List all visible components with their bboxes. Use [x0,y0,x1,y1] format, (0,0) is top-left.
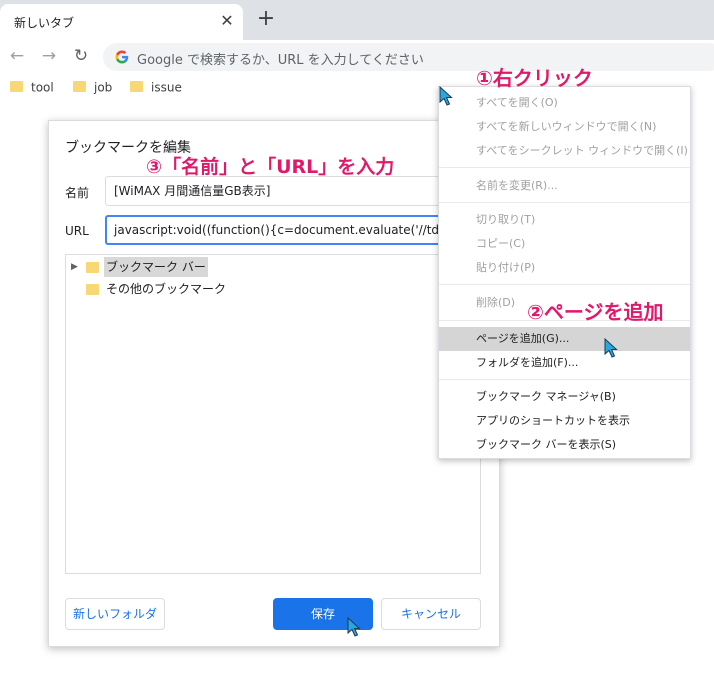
menu-item-add-folder[interactable]: フォルダを追加(F)... [439,351,690,375]
mouse-cursor-icon [439,86,453,106]
menu-item-copy[interactable]: コピー(C) [439,232,690,256]
annotation-step1: ①右クリック [476,66,593,90]
folder-icon [130,81,143,92]
mouse-cursor-icon [347,617,361,637]
new-tab-button[interactable]: + [255,8,277,30]
menu-separator [439,167,690,168]
tree-item-label: その他のブックマーク [106,282,227,296]
menu-item-cut[interactable]: 切り取り(T) [439,208,690,232]
menu-separator [439,202,690,203]
omnibox-placeholder: Google で検索するか、URL を入力してください [137,53,424,68]
url-field[interactable]: javascript:void((function(){c=document.e… [105,215,479,245]
menu-separator [439,379,690,380]
tree-item-bookmarks-bar[interactable]: ▶ ブックマーク バー [66,257,480,277]
tab-title: 新しいタブ [14,16,75,30]
edit-bookmark-dialog: ブックマークを編集 名前 [WiMAX 月間通信量GB表示] URL javas… [48,120,500,647]
tab-strip: 新しいタブ ✕ + [0,0,714,40]
menu-item-show-app-shortcuts[interactable]: アプリのショートカットを表示 [439,409,690,433]
bookmark-folder-job[interactable]: job [73,80,112,98]
cancel-button[interactable]: キャンセル [381,598,481,630]
menu-item-bookmark-manager[interactable]: ブックマーク マネージャ(B) [439,385,690,409]
mouse-cursor-icon [604,338,618,358]
bookmark-folder-issue[interactable]: issue [130,80,182,98]
bookmark-label: issue [151,80,182,95]
folder-icon [10,81,23,92]
menu-item-paste[interactable]: 貼り付け(P) [439,256,690,280]
close-icon[interactable]: ✕ [218,12,236,30]
name-field[interactable]: [WiMAX 月間通信量GB表示] [105,176,479,206]
toolbar: ← → ↻ Google で検索するか、URL を入力してください [0,40,714,74]
bookmark-folder-tool[interactable]: tool [10,80,54,98]
bookmark-label: job [94,80,113,95]
folder-icon [86,262,99,273]
tree-item-label: ブックマーク バー [104,257,208,277]
menu-item-open-all-incognito[interactable]: すべてをシークレット ウィンドウで開く(I) [439,139,690,163]
folder-icon [86,284,99,295]
menu-separator [439,284,690,285]
menu-item-rename[interactable]: 名前を変更(R)... [439,174,690,198]
menu-item-add-page[interactable]: ページを追加(G)... [439,327,690,351]
new-folder-button[interactable]: 新しいフォルダ [65,598,165,630]
name-label: 名前 [65,186,90,200]
tab-new-tab[interactable]: 新しいタブ ✕ [0,4,243,40]
omnibox[interactable]: Google で検索するか、URL を入力してください [103,43,714,71]
back-arrow-icon[interactable]: ← [6,45,28,67]
annotation-step2: ②ページを追加 [527,300,664,324]
bookmark-label: tool [31,80,54,95]
url-label: URL [65,224,89,238]
bookmark-context-menu: すべてを開く(O) すべてを新しいウィンドウで開く(N) すべてをシークレット … [438,86,691,459]
annotation-step3: ③「名前」と「URL」を入力 [146,156,395,178]
google-icon [115,50,129,64]
folder-icon [73,81,86,92]
menu-item-open-all[interactable]: すべてを開く(O) [439,91,690,115]
reload-icon[interactable]: ↻ [70,45,92,67]
forward-arrow-icon[interactable]: → [38,45,60,67]
menu-item-show-bookmarks-bar[interactable]: ブックマーク バーを表示(S) [439,433,690,457]
menu-item-open-all-new-window[interactable]: すべてを新しいウィンドウで開く(N) [439,115,690,139]
expand-arrow-icon[interactable]: ▶ [71,257,78,277]
folder-tree: ▶ ブックマーク バー その他のブックマーク [65,254,481,574]
tree-item-other-bookmarks[interactable]: その他のブックマーク [66,279,480,299]
